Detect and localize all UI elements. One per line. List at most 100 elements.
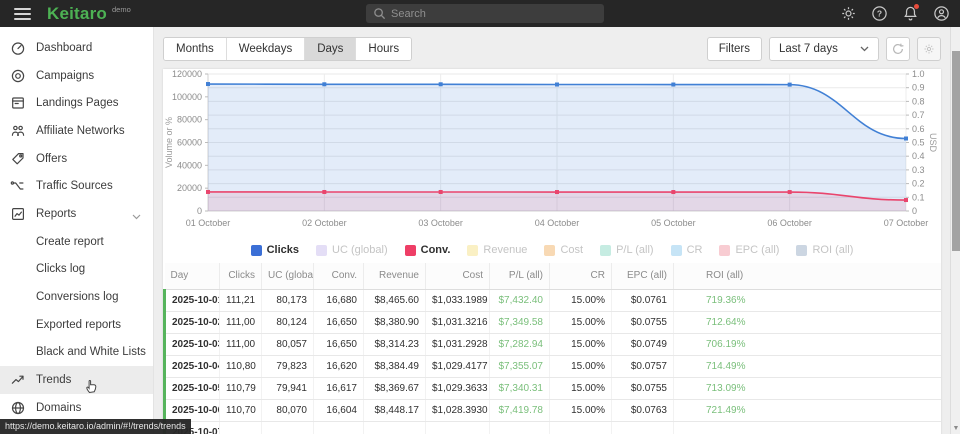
chart-settings-button[interactable] [917, 37, 941, 61]
sidebar-item-landings-pages[interactable]: Landings Pages [0, 89, 153, 117]
sidebar-item-reports[interactable]: Reports [0, 200, 153, 228]
legend-swatch [316, 245, 327, 256]
search-input[interactable] [391, 4, 596, 23]
cell-conv: 16,604 [314, 399, 364, 421]
cell-cost: $1,031.3216 [426, 311, 490, 333]
demo-badge: demo [112, 5, 131, 14]
date-range-select[interactable]: Last 7 days [769, 37, 879, 61]
sidebar-item-campaigns[interactable]: Campaigns [0, 62, 153, 90]
notifications-bell-icon[interactable] [901, 5, 919, 23]
legend-swatch [796, 245, 807, 256]
settings-gear-icon[interactable] [839, 5, 857, 23]
cell-pl-all: $7,355.07 [490, 355, 550, 377]
column-header-conv[interactable]: Conv. [314, 263, 364, 289]
cell-roi-all [674, 421, 942, 434]
cell-day: 2025-10-01 [165, 289, 220, 311]
svg-text:?: ? [876, 9, 881, 19]
legend-item-roi-all-[interactable]: ROI (all) [796, 244, 853, 256]
svg-text:60000: 60000 [177, 138, 202, 148]
help-icon[interactable]: ? [870, 5, 888, 23]
sidebar-item-dashboard[interactable]: Dashboard [0, 34, 153, 62]
filters-button[interactable]: Filters [707, 37, 762, 61]
cell-clicks [220, 421, 262, 434]
refresh-button[interactable] [886, 37, 910, 61]
sidebar-item-clicks-log[interactable]: Clicks log [0, 256, 153, 284]
page-scrollbar[interactable]: ▼ [950, 27, 960, 434]
column-header-clicks[interactable]: Clicks [220, 263, 262, 289]
legend-item-conv-[interactable]: Conv. [405, 244, 451, 256]
scrollbar-thumb[interactable] [952, 51, 960, 251]
svg-text:0.8: 0.8 [912, 96, 925, 106]
cell-clicks: 110,79 [220, 377, 262, 399]
column-header-pl-all[interactable]: P/L (all) [490, 263, 550, 289]
cell-day: 2025-10-05 [165, 377, 220, 399]
legend-item-revenue[interactable]: Revenue [467, 244, 527, 256]
svg-text:0: 0 [197, 206, 202, 216]
cell-roi-all: 721.49% [674, 399, 942, 421]
table-row: 2025-10-03111,0080,05716,650$8,314.23$1,… [165, 333, 942, 355]
refresh-icon [891, 42, 905, 56]
chevron-down-icon [132, 211, 141, 223]
tab-hours[interactable]: Hours [355, 38, 411, 60]
legend-item-cost[interactable]: Cost [544, 244, 583, 256]
cell-cr [550, 421, 612, 434]
sidebar-item-label: Clicks log [36, 263, 85, 275]
cell-pl-all: $7,340.31 [490, 377, 550, 399]
sidebar-item-domains[interactable]: Domains [0, 394, 153, 422]
toolbar: MonthsWeekdaysDaysHours Filters Last 7 d… [163, 37, 941, 61]
global-search[interactable] [366, 4, 604, 23]
tab-weekdays[interactable]: Weekdays [226, 38, 304, 60]
sidebar-item-label: Landings Pages [36, 97, 118, 109]
svg-text:02 October: 02 October [302, 218, 347, 228]
column-header-uc-global[interactable]: UC (global) [262, 263, 314, 289]
legend-swatch [467, 245, 478, 256]
cell-epc-all: $0.0755 [612, 377, 674, 399]
cell-pl-all [490, 421, 550, 434]
sidebar-item-create-report[interactable]: Create report [0, 228, 153, 256]
cell-roi-all: 714.49% [674, 355, 942, 377]
sidebar-item-conversions-log[interactable]: Conversions log [0, 283, 153, 311]
sidebar-item-trends[interactable]: Trends [0, 366, 153, 394]
scrollbar-down-arrow[interactable]: ▼ [952, 425, 960, 432]
sidebar-item-offers[interactable]: Offers [0, 145, 153, 173]
cell-pl-all: $7,419.78 [490, 399, 550, 421]
sidebar-item-label: Campaigns [36, 70, 94, 82]
column-header-epc-all[interactable]: EPC (all) [612, 263, 674, 289]
legend-item-p-l-all-[interactable]: P/L (all) [600, 244, 654, 256]
cell-roi-all: 713.09% [674, 377, 942, 399]
app-logo: Keitaro [47, 4, 107, 24]
sidebar-item-black-and-white-lists[interactable]: Black and White Lists [0, 339, 153, 367]
column-header-revenue[interactable]: Revenue [364, 263, 426, 289]
menu-toggle-icon[interactable] [14, 8, 31, 20]
column-header-cost[interactable]: Cost [426, 263, 490, 289]
cell-clicks: 110,80 [220, 355, 262, 377]
legend-item-epc-all-[interactable]: EPC (all) [719, 244, 779, 256]
sidebar-item-affiliate-networks[interactable]: Affiliate Networks [0, 117, 153, 145]
sidebar-item-label: Black and White Lists [36, 346, 146, 358]
cell-epc-all: $0.0763 [612, 399, 674, 421]
traffic-icon [10, 178, 26, 194]
column-header-day[interactable]: Day [165, 263, 220, 289]
cell-pl-all: $7,282.94 [490, 333, 550, 355]
svg-text:01 October: 01 October [186, 218, 231, 228]
tab-months[interactable]: Months [164, 38, 226, 60]
sidebar-item-traffic-sources[interactable]: Traffic Sources [0, 172, 153, 200]
legend-item-clicks[interactable]: Clicks [251, 244, 299, 256]
column-header-cr[interactable]: CR [550, 263, 612, 289]
cell-conv: 16,650 [314, 311, 364, 333]
tab-days[interactable]: Days [304, 38, 355, 60]
gear-icon [923, 43, 935, 55]
table-row: 2025-10-07 [165, 421, 942, 434]
legend-item-cr[interactable]: CR [671, 244, 703, 256]
account-icon[interactable] [932, 5, 950, 23]
cell-clicks: 110,70 [220, 399, 262, 421]
svg-text:0.3: 0.3 [912, 165, 925, 175]
cell-revenue: $8,465.60 [364, 289, 426, 311]
cell-cr: 15.00% [550, 377, 612, 399]
sidebar-item-exported-reports[interactable]: Exported reports [0, 311, 153, 339]
cell-cr: 15.00% [550, 311, 612, 333]
legend-label: UC (global) [332, 244, 388, 256]
column-header-roi-all[interactable]: ROI (all) [674, 263, 942, 289]
legend-item-uc-global-[interactable]: UC (global) [316, 244, 388, 256]
cell-uc-global [262, 421, 314, 434]
